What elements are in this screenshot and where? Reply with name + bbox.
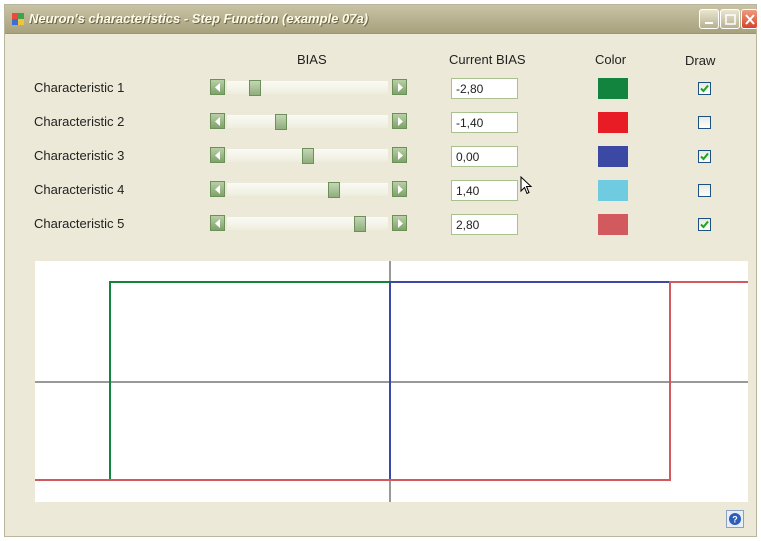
color-swatch[interactable]	[598, 180, 628, 201]
bias-slider[interactable]	[210, 215, 407, 232]
bias-slider[interactable]	[210, 147, 407, 164]
color-swatch[interactable]	[598, 112, 628, 133]
window-title: Neuron's characteristics - Step Function…	[29, 11, 369, 26]
draw-checkbox[interactable]	[698, 218, 711, 231]
maximize-button[interactable]	[720, 9, 740, 29]
slider-thumb[interactable]	[302, 148, 314, 164]
slider-thumb[interactable]	[249, 80, 261, 96]
characteristic-label: Characteristic 2	[34, 114, 125, 129]
slider-right-button[interactable]	[392, 147, 407, 163]
help-icon: ?	[729, 513, 741, 525]
current-bias-field[interactable]: 2,80	[451, 214, 518, 235]
bias-slider[interactable]	[210, 181, 407, 198]
current-bias-field[interactable]: -1,40	[451, 112, 518, 133]
chevron-right-icon	[398, 83, 403, 92]
bias-column-header: BIAS	[297, 52, 327, 67]
characteristic-label: Characteristic 4	[34, 182, 125, 197]
slider-thumb[interactable]	[354, 216, 366, 232]
slider-right-button[interactable]	[392, 79, 407, 95]
slider-track[interactable]	[227, 114, 388, 130]
checkmark-icon	[700, 84, 709, 93]
draw-checkbox[interactable]	[698, 150, 711, 163]
title-bar[interactable]: Neuron's characteristics - Step Function…	[5, 5, 758, 34]
minimize-icon	[705, 22, 713, 24]
bias-slider[interactable]	[210, 79, 407, 96]
chevron-left-icon	[215, 117, 220, 126]
close-icon	[745, 14, 755, 25]
draw-checkbox[interactable]	[698, 184, 711, 197]
current-bias-field[interactable]: 1,40	[451, 180, 518, 201]
slider-left-button[interactable]	[210, 181, 225, 197]
close-button[interactable]	[741, 9, 758, 29]
slider-track[interactable]	[227, 182, 388, 198]
help-button[interactable]: ?	[726, 510, 744, 528]
slider-left-button[interactable]	[210, 113, 225, 129]
color-swatch[interactable]	[598, 78, 628, 99]
current-bias-field[interactable]: -2,80	[451, 78, 518, 99]
color-column-header: Color	[595, 52, 627, 67]
step-curve-characteristic-5	[35, 281, 748, 481]
slider-right-button[interactable]	[392, 215, 407, 231]
draw-checkbox[interactable]	[698, 116, 711, 129]
color-swatch[interactable]	[598, 146, 628, 167]
slider-left-button[interactable]	[210, 79, 225, 95]
draw-checkbox[interactable]	[698, 82, 711, 95]
checkmark-icon	[700, 220, 709, 229]
current-bias-field[interactable]: 0,00	[451, 146, 518, 167]
slider-track[interactable]	[227, 148, 388, 164]
slider-thumb[interactable]	[275, 114, 287, 130]
current-bias-column-header: Current BIAS	[449, 52, 526, 67]
chevron-left-icon	[215, 151, 220, 160]
app-icon	[12, 13, 24, 25]
slider-thumb[interactable]	[328, 182, 340, 198]
draw-column-header: Draw	[685, 53, 716, 68]
chevron-right-icon	[398, 219, 403, 228]
chevron-right-icon	[398, 185, 403, 194]
chevron-left-icon	[215, 219, 220, 228]
mouse-cursor-icon	[520, 176, 533, 195]
slider-left-button[interactable]	[210, 215, 225, 231]
slider-track[interactable]	[227, 216, 388, 232]
step-curve-characteristic-3	[35, 281, 748, 481]
chevron-left-icon	[215, 83, 220, 92]
color-swatch[interactable]	[598, 214, 628, 235]
step-curve-characteristic-1	[35, 281, 748, 481]
characteristic-label: Characteristic 1	[34, 80, 125, 95]
chevron-right-icon	[398, 117, 403, 126]
bias-slider[interactable]	[210, 113, 407, 130]
slider-right-button[interactable]	[392, 113, 407, 129]
maximize-icon	[725, 14, 736, 25]
step-function-plot	[35, 261, 748, 502]
slider-track[interactable]	[227, 80, 388, 96]
characteristic-label: Characteristic 3	[34, 148, 125, 163]
characteristic-label: Characteristic 5	[34, 216, 125, 231]
slider-left-button[interactable]	[210, 147, 225, 163]
checkmark-icon	[700, 152, 709, 161]
chevron-right-icon	[398, 151, 403, 160]
chevron-left-icon	[215, 185, 220, 194]
main-window: Neuron's characteristics - Step Function…	[4, 4, 758, 537]
minimize-button[interactable]	[699, 9, 719, 29]
svg-text:?: ?	[732, 515, 738, 525]
slider-right-button[interactable]	[392, 181, 407, 197]
